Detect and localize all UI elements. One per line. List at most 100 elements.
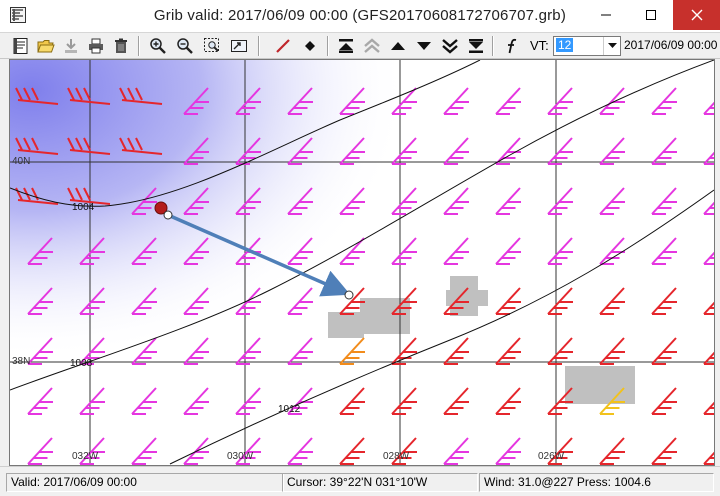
first-step-button[interactable] (336, 36, 356, 56)
status-bar: Valid: 2017/06/09 00:00 Cursor: 39°22'N … (0, 466, 720, 496)
last-step-button[interactable] (466, 36, 486, 56)
wind-barb (651, 187, 677, 215)
wind-barb (495, 237, 521, 265)
wind-barb (651, 437, 677, 465)
zoom-rectangle-button[interactable] (202, 36, 222, 56)
printer-icon (89, 38, 103, 54)
step-back-button[interactable] (388, 36, 408, 56)
wind-barb (443, 437, 469, 465)
zoom-out-icon (177, 38, 193, 54)
route-start-handle[interactable] (163, 210, 173, 220)
wind-barb (651, 387, 677, 415)
wind-barb (703, 151, 714, 165)
grib-map[interactable]: 1004 1008 1012 40N 38N 032W 030W 028W 02… (9, 59, 715, 466)
wind-barb (651, 87, 677, 115)
wind-barb (443, 137, 469, 165)
lon-label: 030W (227, 451, 254, 462)
chevron-down-icon[interactable] (603, 37, 620, 55)
status-wind: Wind: 31.0@227 Press: 1004.6 (479, 473, 714, 492)
wind-barb (703, 451, 714, 465)
wind-barb (443, 387, 469, 415)
wind-barb (547, 387, 573, 415)
delete-button[interactable] (111, 36, 131, 56)
lon-label: 028W (383, 451, 410, 462)
zoom-in-button[interactable] (148, 36, 168, 56)
wind-barb (339, 387, 365, 415)
isobar-label: 1012 (278, 404, 301, 415)
zoom-out-button[interactable] (175, 36, 195, 56)
toolbar-separator (492, 36, 494, 56)
wind-barb (651, 287, 677, 315)
step-forward-button[interactable] (414, 36, 434, 56)
isobar-label: 1008 (70, 358, 93, 369)
toolbar-separator (258, 36, 260, 56)
waypoint-button[interactable] (300, 36, 320, 56)
wind-barb (703, 251, 714, 265)
vt-select[interactable]: 12 (553, 36, 621, 56)
close-button[interactable] (673, 0, 720, 30)
diamond-icon (305, 41, 315, 51)
status-valid: Valid: 2017/06/09 00:00 (6, 473, 284, 492)
double-down-arrow-icon (442, 39, 458, 54)
new-button[interactable] (11, 36, 31, 56)
wind-barb (131, 437, 157, 465)
lat-label: 40N (12, 156, 30, 167)
wind-barb (703, 351, 714, 365)
wind-barb (703, 301, 714, 315)
wind-barb (599, 87, 625, 115)
wind-barb (547, 87, 573, 115)
maximize-button[interactable] (628, 0, 673, 30)
valid-time-display: 2017/06/09 00:00 (624, 38, 718, 52)
up-arrow-icon (391, 42, 405, 50)
wind-barb (651, 337, 677, 365)
wind-barb (27, 387, 53, 415)
wind-barb (599, 237, 625, 265)
wind-barb (599, 137, 625, 165)
zoom-area-icon (231, 40, 247, 52)
wind-barb (79, 387, 105, 415)
toolbar-separator (138, 36, 140, 56)
vt-label: VT: (530, 38, 549, 53)
open-file-button[interactable] (36, 36, 56, 56)
wind-barb (287, 437, 313, 465)
grib-doc-icon (13, 38, 28, 54)
wind-barb (703, 401, 714, 415)
wind-barb (235, 387, 261, 415)
line-icon (276, 39, 290, 53)
wind-barb (443, 237, 469, 265)
minimize-button[interactable] (583, 0, 628, 30)
lat-label: 38N (12, 356, 30, 367)
wind-barb (547, 287, 573, 315)
close-icon (691, 9, 702, 21)
wind-barb (339, 437, 365, 465)
status-cursor: Cursor: 39°22'N 031°10'W (282, 473, 478, 492)
toolbar: VT: 12 2017/06/09 00:00 (0, 33, 720, 59)
wind-barb (443, 187, 469, 215)
function-button[interactable] (502, 36, 522, 56)
wind-barb (391, 387, 417, 415)
wind-barb (651, 137, 677, 165)
fast-forward-button[interactable] (440, 36, 460, 56)
wind-barb (131, 387, 157, 415)
lon-label: 032W (72, 451, 99, 462)
download-button[interactable] (61, 36, 81, 56)
zoom-fit-button[interactable] (229, 36, 249, 56)
minimize-icon (600, 14, 611, 16)
folder-open-icon (37, 40, 55, 53)
app-window: Grib valid: 2017/06/09 00:00 (GFS2017060… (0, 0, 720, 496)
route-end-point[interactable] (344, 290, 354, 300)
draw-route-button[interactable] (273, 36, 293, 56)
fast-back-button[interactable] (362, 36, 382, 56)
last-arrow-icon (469, 39, 483, 53)
toolbar-separator (327, 36, 329, 56)
wind-barb (495, 187, 521, 215)
print-button[interactable] (86, 36, 106, 56)
double-up-arrow-icon (364, 38, 380, 53)
title-bar: Grib valid: 2017/06/09 00:00 (GFS2017060… (0, 0, 720, 33)
isobar-label: 1004 (72, 202, 95, 213)
wind-barb (495, 87, 521, 115)
first-arrow-icon (339, 39, 353, 53)
vt-selected-value: 12 (556, 38, 574, 52)
wind-barb (547, 137, 573, 165)
function-icon (508, 38, 517, 54)
